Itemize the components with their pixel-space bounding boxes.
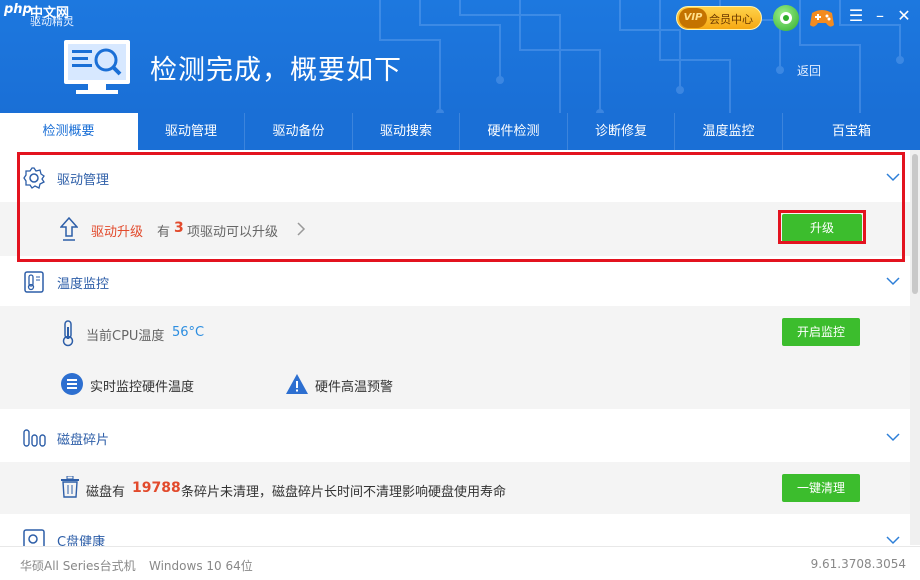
chevron-down-icon[interactable] bbox=[886, 170, 900, 184]
chevron-down-icon[interactable] bbox=[886, 274, 900, 288]
driver-upgrade-suffix: 项驱动可以升级 bbox=[187, 225, 279, 240]
green-assistant-icon[interactable] bbox=[773, 5, 799, 31]
section-driver-title: 驱动管理 bbox=[57, 173, 110, 188]
menu-icon[interactable]: ☰ bbox=[846, 6, 866, 26]
scrollbar-thumb[interactable] bbox=[912, 154, 918, 294]
disk-bars-icon bbox=[23, 429, 46, 447]
tab-toolbox[interactable]: 百宝箱 bbox=[783, 113, 920, 150]
app-title: 驱动精灵 bbox=[30, 15, 74, 28]
realtime-monitor-label: 实时监控硬件温度 bbox=[90, 380, 195, 395]
driver-upgrade-count: 3 bbox=[174, 220, 184, 236]
chevron-right-icon[interactable] bbox=[296, 222, 306, 236]
tab-driver-search[interactable]: 驱动搜索 bbox=[353, 113, 460, 150]
os-version: Windows 10 64位 bbox=[149, 559, 253, 573]
cpu-temp-label: 当前CPU温度 bbox=[86, 329, 165, 344]
gear-icon bbox=[23, 167, 45, 189]
section-cdisk-header[interactable]: C盘健康 bbox=[0, 517, 910, 547]
high-temp-alert-label: 硬件高温预警 bbox=[315, 380, 394, 395]
app-version: 9.61.3708.3054 bbox=[810, 557, 906, 571]
back-link[interactable]: 返回 bbox=[797, 62, 821, 79]
tab-driver-manage[interactable]: 驱动管理 bbox=[138, 113, 245, 150]
vip-badge: VIP bbox=[679, 8, 707, 28]
trash-icon bbox=[61, 476, 79, 498]
machine-model: 华硕All Series台式机 bbox=[20, 559, 136, 573]
disk-suffix: 条碎片未清理，磁盘碎片长时间不清理影响硬盘使用寿命 bbox=[181, 485, 507, 500]
vip-label: 会员中心 bbox=[709, 13, 753, 26]
tab-hardware-check[interactable]: 硬件检测 bbox=[460, 113, 568, 150]
section-temp-body: 当前CPU温度 56°C 开启监控 实时监控硬件温度 硬件高温预警 bbox=[0, 306, 910, 409]
section-disk-title: 磁盘碎片 bbox=[57, 433, 110, 448]
vip-center-button[interactable]: VIP 会员中心 bbox=[676, 6, 762, 30]
section-temp-title: 温度监控 bbox=[57, 277, 110, 292]
page-heading: 检测完成，概要如下 bbox=[150, 55, 402, 86]
status-bar: 华硕All Series台式机 Windows 10 64位 9.61.3708… bbox=[0, 546, 920, 580]
section-driver-body: 驱动升级 有 3 项驱动可以升级 升级 bbox=[0, 202, 910, 257]
app-logo: php 中文网 驱动精灵 bbox=[0, 0, 130, 28]
tab-temp-monitor[interactable]: 温度监控 bbox=[675, 113, 783, 150]
vertical-scrollbar[interactable] bbox=[910, 150, 920, 545]
tab-driver-backup[interactable]: 驱动备份 bbox=[245, 113, 353, 150]
thermometer-panel-icon bbox=[24, 271, 44, 293]
gamepad-icon[interactable] bbox=[808, 5, 836, 31]
disk-fragment-count: 19788 bbox=[132, 480, 181, 496]
minimize-icon[interactable]: – bbox=[870, 6, 890, 26]
thermometer-icon bbox=[62, 320, 74, 347]
warning-icon bbox=[286, 374, 308, 394]
monitor-scan-icon bbox=[64, 40, 130, 94]
cpu-temp-value: 56°C bbox=[172, 325, 205, 340]
section-temp-header[interactable]: 温度监控 bbox=[0, 256, 910, 306]
section-cdisk-title: C盘健康 bbox=[57, 535, 106, 547]
start-monitor-button[interactable]: 开启监控 bbox=[782, 318, 860, 346]
logo-php: php bbox=[4, 2, 32, 17]
tab-diagnose-repair[interactable]: 诊断修复 bbox=[568, 113, 675, 150]
disk-prefix: 磁盘有 bbox=[86, 485, 126, 500]
one-click-clean-button[interactable]: 一键清理 bbox=[782, 474, 860, 502]
chevron-down-icon[interactable] bbox=[886, 430, 900, 444]
disk-search-icon bbox=[23, 529, 45, 547]
chevron-down-icon[interactable] bbox=[886, 533, 900, 547]
driver-upgrade-prefix: 有 bbox=[157, 225, 171, 240]
app-header: php 中文网 驱动精灵 检测完成，概要如下 返回 VIP 会员中心 ☰ – ✕ bbox=[0, 0, 920, 113]
driver-upgrade-title: 驱动升级 bbox=[91, 225, 144, 240]
upgrade-button[interactable]: 升级 bbox=[782, 214, 862, 242]
main-tabs: 检测概要 驱动管理 驱动备份 驱动搜索 硬件检测 诊断修复 温度监控 百宝箱 bbox=[0, 113, 920, 150]
section-driver-header[interactable]: 驱动管理 bbox=[0, 152, 910, 202]
section-disk-body: 磁盘有 19788 条碎片未清理，磁盘碎片长时间不清理影响硬盘使用寿命 一键清理 bbox=[0, 462, 910, 514]
section-disk-header[interactable]: 磁盘碎片 bbox=[0, 412, 910, 462]
upgrade-arrow-icon bbox=[60, 216, 78, 241]
close-icon[interactable]: ✕ bbox=[894, 6, 914, 26]
tab-overview[interactable]: 检测概要 bbox=[0, 113, 138, 150]
list-circle-icon bbox=[61, 373, 83, 395]
